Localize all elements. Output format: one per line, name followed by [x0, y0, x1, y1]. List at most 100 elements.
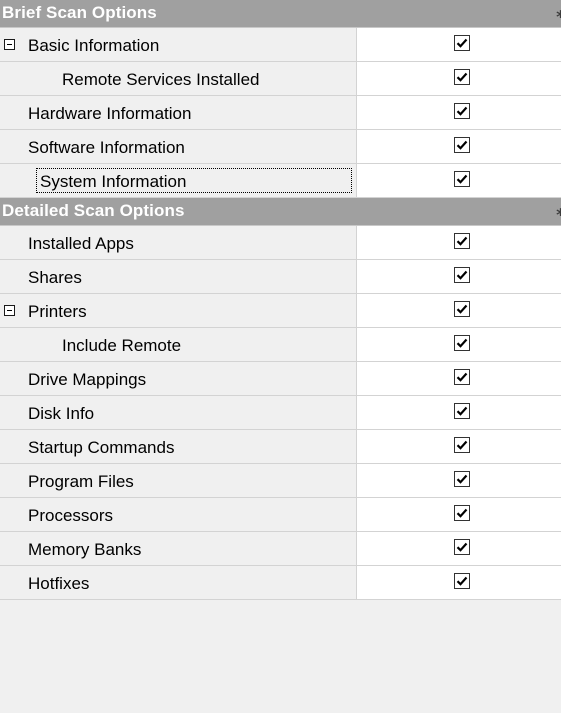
checkmark-icon	[456, 38, 468, 48]
name-cell[interactable]: Memory Banks	[0, 532, 354, 565]
collapse-icon[interactable]: ⁎	[556, 201, 561, 221]
value-cell[interactable]	[356, 532, 561, 565]
checkmark-icon	[456, 304, 468, 314]
checkbox[interactable]	[454, 471, 470, 487]
property-row-drive-mappings[interactable]: Drive Mappings	[0, 362, 561, 396]
name-cell[interactable]: Printers	[0, 294, 354, 327]
category-title: Detailed Scan Options	[2, 201, 185, 220]
property-row-include-remote[interactable]: Include Remote	[0, 328, 561, 362]
property-label: System Information	[40, 172, 187, 191]
value-cell[interactable]	[356, 226, 561, 259]
checkmark-icon	[456, 236, 468, 246]
name-cell[interactable]: Startup Commands	[0, 430, 354, 463]
value-cell[interactable]	[356, 566, 561, 599]
property-row-remote-services-installed[interactable]: Remote Services Installed	[0, 62, 561, 96]
category-brief-scan-options[interactable]: Brief Scan Options ⁎	[0, 0, 561, 28]
value-cell[interactable]	[356, 294, 561, 327]
name-cell[interactable]: Disk Info	[0, 396, 354, 429]
property-row-installed-apps[interactable]: Installed Apps	[0, 226, 561, 260]
value-cell[interactable]	[356, 96, 561, 129]
name-cell[interactable]: Program Files	[0, 464, 354, 497]
value-cell[interactable]	[356, 396, 561, 429]
checkbox[interactable]	[454, 35, 470, 51]
value-cell[interactable]	[356, 362, 561, 395]
checkbox[interactable]	[454, 403, 470, 419]
value-cell[interactable]	[356, 260, 561, 293]
value-cell[interactable]	[356, 464, 561, 497]
property-row-basic-information[interactable]: Basic Information	[0, 28, 561, 62]
checkbox[interactable]	[454, 69, 470, 85]
property-row-software-information[interactable]: Software Information	[0, 130, 561, 164]
checkbox[interactable]	[454, 335, 470, 351]
name-cell[interactable]: Drive Mappings	[0, 362, 354, 395]
property-row-hardware-information[interactable]: Hardware Information	[0, 96, 561, 130]
checkbox[interactable]	[454, 267, 470, 283]
value-cell[interactable]	[356, 28, 561, 61]
property-row-processors[interactable]: Processors	[0, 498, 561, 532]
checkbox[interactable]	[454, 137, 470, 153]
checkmark-icon	[456, 406, 468, 416]
value-cell[interactable]	[356, 130, 561, 163]
checkbox[interactable]	[454, 103, 470, 119]
property-row-system-information[interactable]: System Information	[0, 164, 561, 198]
property-row-printers[interactable]: Printers	[0, 294, 561, 328]
checkbox[interactable]	[454, 505, 470, 521]
property-label: Printers	[28, 302, 87, 321]
checkmark-icon	[456, 270, 468, 280]
name-cell[interactable]: Include Remote	[0, 328, 354, 361]
property-label: Installed Apps	[28, 234, 134, 253]
property-label: Drive Mappings	[28, 370, 147, 389]
checkmark-icon	[456, 576, 468, 586]
checkbox[interactable]	[454, 437, 470, 453]
value-cell[interactable]	[356, 430, 561, 463]
checkbox[interactable]	[454, 369, 470, 385]
property-label: Disk Info	[28, 404, 95, 423]
property-label: Processors	[28, 506, 114, 525]
name-cell[interactable]: Hotfixes	[0, 566, 354, 599]
name-cell[interactable]: Software Information	[0, 130, 354, 163]
property-label: Shares	[28, 268, 82, 287]
value-cell[interactable]	[356, 62, 561, 95]
name-cell[interactable]: Processors	[0, 498, 354, 531]
checkmark-icon	[456, 106, 468, 116]
property-row-memory-banks[interactable]: Memory Banks	[0, 532, 561, 566]
checkbox[interactable]	[454, 573, 470, 589]
value-cell[interactable]	[356, 498, 561, 531]
name-cell[interactable]: Basic Information	[0, 28, 354, 61]
checkmark-icon	[456, 372, 468, 382]
checkmark-icon	[456, 338, 468, 348]
property-label: Hotfixes	[28, 574, 90, 593]
property-row-disk-info[interactable]: Disk Info	[0, 396, 561, 430]
property-label: Hardware Information	[28, 104, 192, 123]
checkmark-icon	[456, 508, 468, 518]
name-cell[interactable]: System Information	[0, 164, 354, 197]
property-label: Program Files	[28, 472, 134, 491]
property-row-hotfixes[interactable]: Hotfixes	[0, 566, 561, 600]
property-label: Memory Banks	[28, 540, 142, 559]
property-label: Startup Commands	[28, 438, 175, 457]
minus-box-icon[interactable]	[4, 305, 15, 316]
name-cell[interactable]: Shares	[0, 260, 354, 293]
property-row-program-files[interactable]: Program Files	[0, 464, 561, 498]
property-label: Basic Information	[28, 36, 160, 55]
checkbox[interactable]	[454, 539, 470, 555]
collapse-icon[interactable]: ⁎	[556, 3, 561, 23]
checkbox[interactable]	[454, 233, 470, 249]
name-cell[interactable]: Installed Apps	[0, 226, 354, 259]
property-label: Include Remote	[62, 336, 182, 355]
checkmark-icon	[456, 140, 468, 150]
checkmark-icon	[456, 174, 468, 184]
category-title: Brief Scan Options	[2, 3, 157, 22]
minus-box-icon[interactable]	[4, 39, 15, 50]
checkmark-icon	[456, 542, 468, 552]
name-cell[interactable]: Remote Services Installed	[0, 62, 354, 95]
value-cell[interactable]	[356, 328, 561, 361]
property-row-shares[interactable]: Shares	[0, 260, 561, 294]
value-cell[interactable]	[356, 164, 561, 197]
checkbox[interactable]	[454, 301, 470, 317]
property-row-startup-commands[interactable]: Startup Commands	[0, 430, 561, 464]
checkmark-icon	[456, 72, 468, 82]
name-cell[interactable]: Hardware Information	[0, 96, 354, 129]
category-detailed-scan-options[interactable]: Detailed Scan Options ⁎	[0, 198, 561, 226]
checkbox[interactable]	[454, 171, 470, 187]
